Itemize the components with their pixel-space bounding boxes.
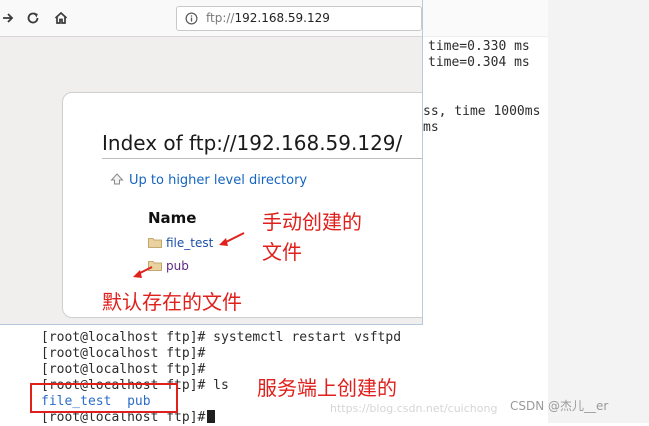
arrow-to-pub <box>133 266 153 278</box>
annotation-default-files: 默认存在的文件 <box>102 290 242 314</box>
annotation-manual-created-file: 文件 <box>262 240 302 264</box>
annotation-server-created: 服务端上创建的 <box>257 376 397 400</box>
watermark-url: https://blog.csdn.net/cuichong <box>330 402 498 415</box>
watermark-text: CSDN @杰儿__er <box>510 399 609 413</box>
annotation-manual-created: 手动创建的 <box>262 210 362 234</box>
ls-output-highlight <box>30 383 178 413</box>
arrow-to-file-test <box>219 232 245 246</box>
